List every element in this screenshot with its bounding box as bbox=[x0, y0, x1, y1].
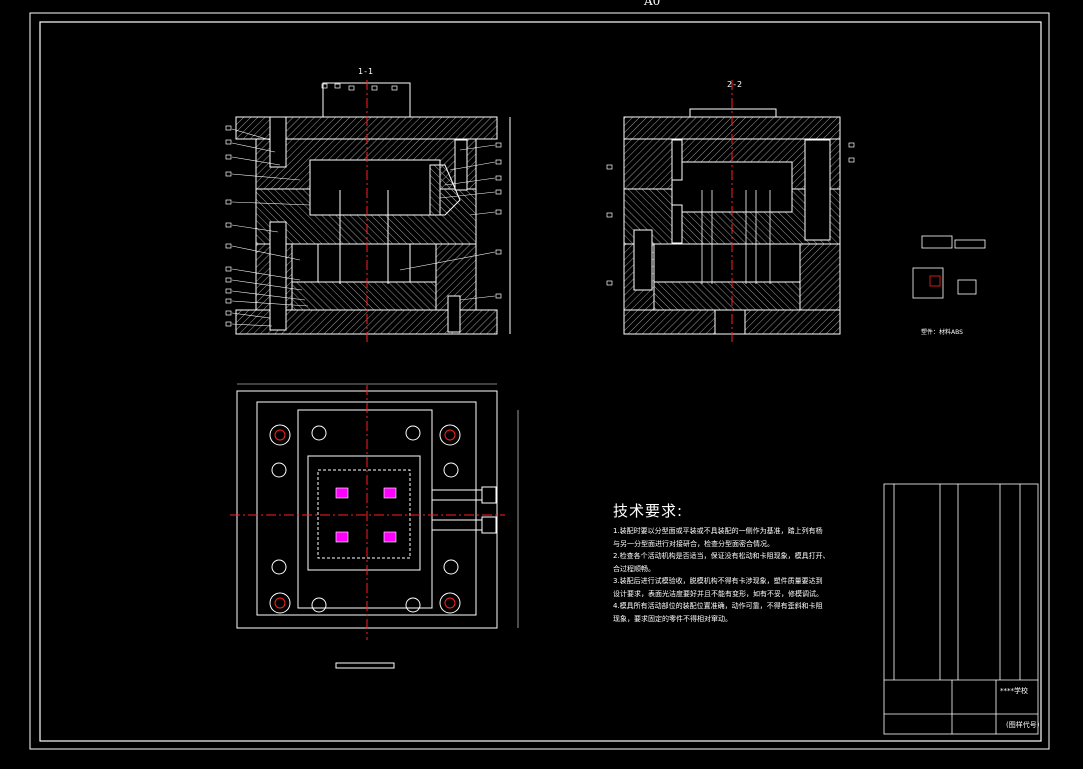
requirement-item: 4.模具所有活动部位的装配位置准确，动作可靠，不得有歪斜和卡阻 现象，要求固定的… bbox=[613, 602, 823, 623]
section-2-view bbox=[606, 80, 855, 345]
requirement-item: 1.装配时要以分型面或平装或不具装配的一侧作为基准，踏上列有杨 与另一分型面进行… bbox=[613, 527, 823, 548]
inner-border bbox=[39, 21, 1042, 742]
sheet-size-label: A0 bbox=[644, 0, 661, 8]
section-1-label: 1-1 bbox=[358, 67, 375, 76]
plan-view bbox=[230, 383, 519, 669]
requirement-item: 3.装配后进行试模验收，脱模机构不得有卡涉现象，塑件质量要达到 设计要求，表面光… bbox=[613, 577, 823, 598]
mold-assembly-drawing bbox=[29, 12, 1050, 750]
outer-border bbox=[29, 12, 1050, 750]
part-material-note: 塑件：材料ABS bbox=[921, 329, 963, 336]
technical-requirements-title: 技术要求: bbox=[613, 502, 684, 520]
section-1-view bbox=[225, 80, 511, 345]
title-block bbox=[883, 483, 1039, 735]
section-2-label: 2-2 bbox=[727, 80, 744, 89]
requirement-item: 2.检查各个活动机构是否适当，保证没有松动和卡阻现象，模具打开、 合过程顺畅。 bbox=[613, 552, 830, 573]
drawing-code: (图样代号) bbox=[1006, 721, 1040, 729]
school-name: ****学校 bbox=[1000, 687, 1028, 695]
part-thumbnail bbox=[912, 235, 986, 299]
technical-requirements: 技术要求: 1.装配时要以分型面或平装或不具装配的一侧作为基准，踏上列有杨 与另… bbox=[613, 500, 863, 625]
